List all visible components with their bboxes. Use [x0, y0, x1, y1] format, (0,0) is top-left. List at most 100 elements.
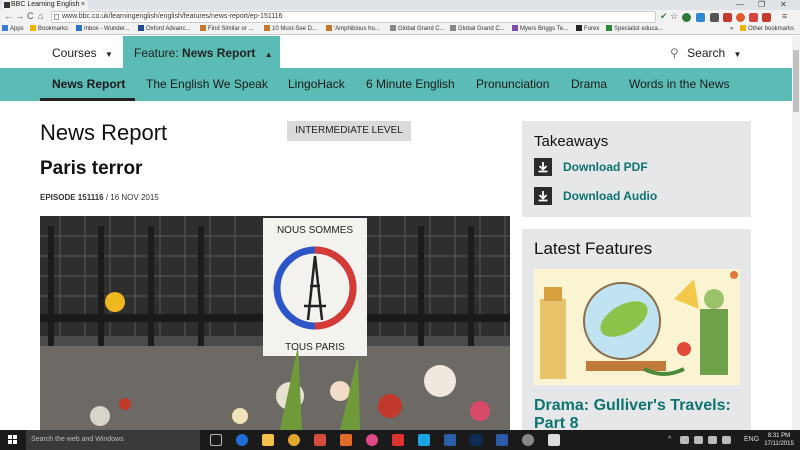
app-icon[interactable]: [340, 434, 352, 446]
bookmark-item[interactable]: Find Similar or ...: [200, 24, 253, 35]
bookmarks-overflow[interactable]: »: [730, 24, 733, 35]
subnav-lingohack[interactable]: LingoHack: [288, 77, 345, 91]
address-bar[interactable]: www.bbc.co.uk/learningenglish/english/fe…: [51, 11, 656, 23]
bookmark-item[interactable]: 'Amphibious ho...: [326, 24, 380, 35]
maximize-icon[interactable]: ❐: [758, 0, 765, 10]
bookmark-item[interactable]: Global Grand C...: [390, 24, 445, 35]
search-button[interactable]: ⚲ Search ▼: [670, 46, 741, 60]
volume-icon[interactable]: [708, 436, 717, 444]
search-icon: ⚲: [670, 46, 679, 60]
extension-icon[interactable]: [710, 13, 719, 22]
task-view-icon[interactable]: [210, 434, 222, 446]
extension-icon[interactable]: [723, 13, 732, 22]
gulliver-illustration: [534, 269, 740, 385]
other-bookmarks[interactable]: Other bookmarks: [740, 24, 794, 35]
subnav-pronunciation[interactable]: Pronunciation: [476, 77, 549, 91]
feature-name: News Report: [182, 46, 256, 60]
url-text: www.bbc.co.uk/learningenglish/english/fe…: [62, 13, 283, 20]
r-icon[interactable]: [444, 434, 456, 446]
subnav-drama[interactable]: Drama: [571, 77, 607, 91]
reload-icon[interactable]: C: [27, 11, 34, 21]
bookmark-item[interactable]: Bookmarks: [30, 24, 68, 35]
bbc-favicon-icon: [4, 2, 10, 8]
sign-bottom-text: TOUS PARIS: [285, 342, 345, 353]
store-icon[interactable]: [314, 434, 326, 446]
battery-icon[interactable]: [680, 436, 689, 444]
caret-up-icon: ▲: [264, 50, 273, 59]
app-icon[interactable]: [366, 434, 378, 446]
subnav-english-we-speak[interactable]: The English We Speak: [146, 77, 268, 91]
clock-time: 8:31 PM: [767, 433, 791, 439]
courses-menu[interactable]: Courses ▼: [52, 46, 113, 60]
scroll-thumb[interactable]: [793, 50, 799, 112]
bookmark-item[interactable]: 10 Must-See D...: [264, 24, 317, 35]
bookmark-item[interactable]: Myers Briggs Te...: [512, 24, 568, 35]
network-icon[interactable]: [694, 436, 703, 444]
latest-features-panel: Latest Features Drama: Gulliver's Travel…: [522, 229, 751, 433]
extension-icon[interactable]: [749, 13, 758, 22]
browser-toolbar: ← → C ⌂ www.bbc.co.uk/learningenglish/en…: [0, 10, 800, 24]
page-title: News Report: [40, 120, 168, 145]
forward-icon[interactable]: →: [15, 11, 24, 21]
back-icon[interactable]: ←: [4, 11, 13, 21]
close-window-icon[interactable]: ✕: [780, 0, 787, 10]
bookmark-item[interactable]: Apps: [2, 24, 24, 35]
subnav-news-report[interactable]: News Report: [52, 77, 125, 91]
taskbar-search[interactable]: Search the web and Windows: [26, 430, 200, 450]
app-icon[interactable]: [522, 434, 534, 446]
bookmark-item[interactable]: Forex: [576, 24, 599, 35]
browser-tab-bar: BBC Learning English × — ❐ ✕: [0, 0, 800, 10]
hero-image: NOUS SOMMES TOUS PARIS: [40, 216, 510, 430]
feature-menu[interactable]: Feature: News Report ▲: [123, 36, 280, 68]
feature-title-link[interactable]: Drama: Gulliver's Travels: Part 8: [534, 397, 746, 433]
paris-tribute-photo: NOUS SOMMES TOUS PARIS: [40, 216, 510, 430]
extension-check-icon[interactable]: ✔: [660, 11, 668, 22]
bookmark-item[interactable]: Oxford Advanc...: [138, 24, 190, 35]
language-indicator[interactable]: ENG: [744, 430, 759, 450]
episode-date: / 16 NOV 2015: [103, 193, 159, 202]
skype-icon[interactable]: [418, 434, 430, 446]
bookmark-star-icon[interactable]: ☆: [670, 11, 678, 22]
caret-down-icon: ▼: [733, 50, 742, 59]
edge-icon[interactable]: [236, 434, 248, 446]
site-header: Courses ▼ Feature: News Report ▲ ⚲ Searc…: [0, 36, 792, 68]
download-icon: [534, 187, 552, 205]
level-badge: INTERMEDIATE LEVEL: [287, 121, 411, 141]
home-icon[interactable]: ⌂: [38, 11, 43, 21]
browser-tab[interactable]: BBC Learning English ×: [2, 0, 88, 10]
tab-title: BBC Learning English: [11, 1, 80, 8]
extension-icon[interactable]: [736, 13, 745, 22]
windows-taskbar: Search the web and Windows ^ ENG 8:31 PM…: [0, 430, 800, 450]
episode-meta: EPISODE 151116 / 16 NOV 2015: [40, 193, 159, 202]
chrome-icon[interactable]: [288, 434, 300, 446]
bookmark-item[interactable]: Global Grand C...: [450, 24, 505, 35]
subnav-words-in-the-news[interactable]: Words in the News: [629, 77, 729, 91]
file-explorer-icon[interactable]: [262, 434, 274, 446]
takeaways-title: Takeaways: [534, 133, 609, 150]
taskbar-clock[interactable]: 8:31 PM 17/11/2015: [762, 432, 796, 448]
feature-illustration[interactable]: [534, 269, 740, 385]
photoshop-icon[interactable]: [470, 434, 482, 446]
word-icon[interactable]: [496, 434, 508, 446]
tab-close-icon[interactable]: ×: [81, 0, 85, 10]
extension-icon[interactable]: [762, 13, 771, 22]
subnav-6-minute-english[interactable]: 6 Minute English: [366, 77, 455, 91]
sign-top-text: NOUS SOMMES: [277, 225, 353, 236]
page-scrollbar[interactable]: [792, 36, 800, 430]
sub-navigation: News Report The English We Speak LingoHa…: [0, 68, 792, 101]
message-icon[interactable]: [722, 436, 731, 444]
app-icon[interactable]: [548, 434, 560, 446]
tray-chevron-icon[interactable]: ^: [668, 430, 671, 450]
extension-icon[interactable]: [682, 13, 691, 22]
takeaways-panel: Takeaways Download PDF Download Audio: [522, 121, 751, 217]
menu-icon[interactable]: ≡: [782, 11, 787, 21]
caret-down-icon: ▼: [105, 50, 113, 59]
latest-features-title: Latest Features: [534, 239, 653, 258]
extension-icon[interactable]: [696, 13, 705, 22]
download-icon: [534, 158, 552, 176]
app-icon[interactable]: [392, 434, 404, 446]
windows-start-icon[interactable]: [8, 435, 18, 445]
bookmark-item[interactable]: Specialist educa...: [606, 24, 663, 35]
bookmark-item[interactable]: Inbox - Wunder...: [76, 24, 130, 35]
minimize-icon[interactable]: —: [736, 0, 744, 10]
